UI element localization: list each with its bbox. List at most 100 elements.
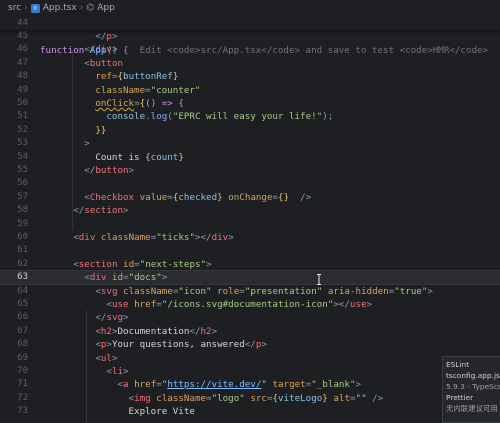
code-token: button xyxy=(95,165,129,176)
code-line[interactable]: 57 <Checkbox value={checked} onChange={}… xyxy=(0,191,500,204)
text-cursor-icon xyxy=(317,274,321,285)
line-number: 48 xyxy=(17,71,28,82)
code-line[interactable]: 55 </button> xyxy=(0,164,500,177)
code-line[interactable]: 73 Explore Vite xyxy=(0,405,500,418)
code-line[interactable]: 62 <section id="next-steps"> xyxy=(0,258,500,271)
code-token: Explore Vite xyxy=(40,406,195,418)
code-text: > xyxy=(40,137,90,150)
code-token: > xyxy=(228,232,234,243)
code-text: className="counter" xyxy=(40,84,200,97)
code-token: "_blank" xyxy=(311,379,356,391)
code-line[interactable]: 61 xyxy=(0,244,500,257)
status-item-prettier[interactable]: Prettier xyxy=(446,392,497,403)
breadcrumb-file[interactable]: App.tsx xyxy=(43,3,77,13)
code-line[interactable]: 53 > xyxy=(0,137,500,150)
code-token: function xyxy=(40,45,90,56)
code-text: </p> xyxy=(40,30,117,43)
code-text: <button xyxy=(40,57,123,70)
code-token: className xyxy=(100,232,151,243)
code-line[interactable]: 68 <p>Your questions, answered</p> xyxy=(0,338,500,351)
code-line[interactable]: 69 <ul> xyxy=(0,352,500,365)
code-token: </ xyxy=(73,205,85,217)
code-token: target xyxy=(272,379,306,391)
code-line[interactable]: 59 xyxy=(0,218,500,231)
code-line[interactable]: 50 onClick={() => { xyxy=(0,97,500,110)
code-text: <svg className="icon" role="presentation… xyxy=(40,285,433,298)
code-token: alt xyxy=(333,392,350,404)
code-token: button xyxy=(89,57,124,69)
code-text: Count is {count} xyxy=(40,151,184,164)
code-line[interactable]: 64 <svg className="icon" role="presentat… xyxy=(0,285,500,298)
code-line[interactable]: 60 <div className="ticks"></div> xyxy=(0,231,500,244)
code-line[interactable]: 51 console.log("EPRC will easy your life… xyxy=(0,110,500,123)
code-token: className xyxy=(156,392,207,404)
code-line-current[interactable]: 63 <div id="docs"> xyxy=(0,270,500,286)
code-token: div xyxy=(89,272,107,284)
code-token: > xyxy=(123,366,129,377)
code-editor[interactable]: 45 </p> 46 </div> 47 <button 48 ref={button… xyxy=(0,20,500,423)
sticky-code: function App() { Edit <code>src/App.tsx<… xyxy=(40,44,488,58)
code-text: ref={buttonRef} xyxy=(40,70,178,83)
code-token: "" xyxy=(355,392,367,404)
status-popup[interactable]: ESLint tsconfig.app.json 5.9.3 - TypeScr… xyxy=(442,356,500,423)
code-token: "presentation" xyxy=(244,285,323,297)
code-token: svg xyxy=(100,285,118,297)
code-token: } xyxy=(172,71,179,83)
sticky-scroll-header[interactable]: 44 function App() { Edit <code>src/App.t… xyxy=(0,16,500,56)
code-line[interactable]: 71 <a href="https://vite.dev/" target="_… xyxy=(0,378,500,391)
line-number: 61 xyxy=(17,245,28,256)
code-text: <div id="docs"> xyxy=(40,271,167,284)
code-line[interactable]: 48 ref={buttonRef} xyxy=(0,70,500,83)
breadcrumb-folder[interactable]: src xyxy=(8,3,21,13)
code-token: ></ xyxy=(194,232,212,243)
code-token: } xyxy=(178,151,184,163)
code-line[interactable]: 54 Count is {count} xyxy=(0,151,500,164)
code-token: div xyxy=(211,232,229,243)
code-line[interactable]: 70 <li> xyxy=(0,365,500,378)
line-number: 66 xyxy=(17,312,28,323)
code-token: > xyxy=(261,339,267,351)
code-line[interactable]: 65 <use href="/icons.svg#documentation-i… xyxy=(0,298,500,311)
code-token: > xyxy=(161,272,168,284)
line-number: 60 xyxy=(17,232,28,242)
line-number: 68 xyxy=(17,339,28,350)
status-item-typescript-version[interactable]: 5.9.3 - TypeScript xyxy=(446,381,500,392)
code-line[interactable]: 67 <h2>Documentation</h2> xyxy=(0,325,500,338)
code-line[interactable]: 72 <img className="logo" src={viteLogo} … xyxy=(0,392,500,405)
code-text: <li> xyxy=(40,365,129,378)
code-token: src xyxy=(250,392,267,404)
line-number: 59 xyxy=(17,218,28,229)
code-text: onClick={() => { xyxy=(40,97,184,110)
breadcrumb-symbol[interactable]: App xyxy=(97,3,115,13)
code-line[interactable]: 49 className="counter" xyxy=(0,84,500,97)
code-token: > xyxy=(128,165,135,176)
line-number: 69 xyxy=(17,352,28,363)
code-token: > xyxy=(427,285,433,297)
line-number: 51 xyxy=(17,111,28,122)
code-token: "/icons.svg#documentation-icon" xyxy=(161,299,334,310)
status-item-eslint[interactable]: ESLint xyxy=(446,359,497,370)
code-line[interactable]: 52 }} xyxy=(0,124,500,137)
code-token: use xyxy=(111,299,129,310)
code-token: use xyxy=(349,299,367,310)
status-item-tsconfig[interactable]: tsconfig.app.json xyxy=(446,370,500,381)
code-line[interactable]: 56 xyxy=(0,177,500,190)
code-line[interactable]: 47 <button xyxy=(0,57,500,70)
code-line[interactable]: 66 </svg> xyxy=(0,311,500,324)
code-line[interactable]: 58 </section> xyxy=(0,204,500,217)
line-number: 44 xyxy=(17,18,28,28)
line-number: 47 xyxy=(17,57,28,68)
code-line[interactable]: 45 </p> xyxy=(0,30,500,43)
code-token: </ xyxy=(244,339,256,351)
code-text: <Checkbox value={checked} onChange={} /> xyxy=(40,191,311,204)
code-token: div xyxy=(78,232,96,243)
code-token: h2 xyxy=(200,325,212,337)
line-number: 54 xyxy=(17,151,28,162)
code-token: > xyxy=(111,352,118,364)
code-token: Count is xyxy=(40,151,146,163)
code-text: <div className="ticks"></div> xyxy=(40,231,234,244)
